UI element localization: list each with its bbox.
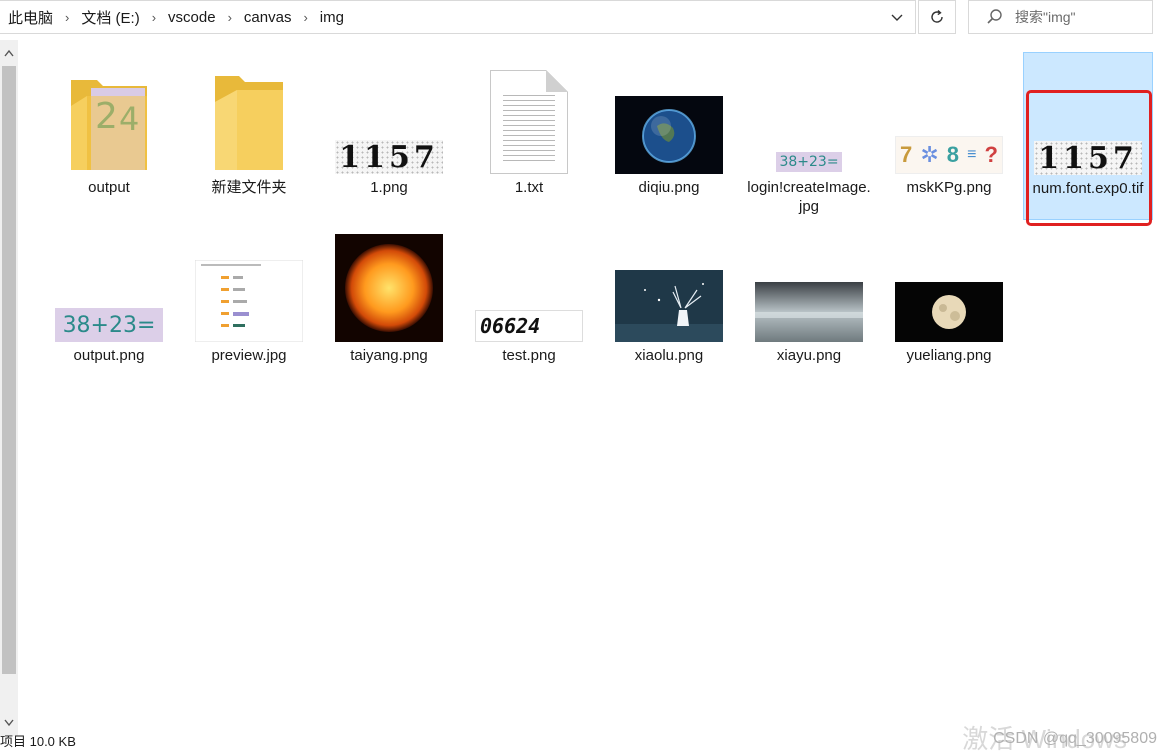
image-thumbnail	[744, 224, 874, 342]
math-captcha-preview: 38+23=	[55, 308, 163, 342]
address-bar[interactable]: 此电脑 › 文档 (E:) › vscode › canvas › img	[0, 0, 916, 34]
file-name: 新建文件夹	[211, 179, 287, 196]
breadcrumb-vscode[interactable]: vscode	[162, 9, 222, 26]
file-name: mskKPg.png	[906, 179, 992, 196]
breadcrumb-this-pc[interactable]: 此电脑	[0, 7, 59, 28]
chevron-right-icon[interactable]: ›	[146, 10, 162, 25]
status-bar-text: 项目 10.0 KB	[0, 734, 76, 749]
file-item[interactable]: xiayu.png	[744, 224, 874, 394]
file-name: yueliang.png	[906, 347, 992, 364]
file-name: xiayu.png	[776, 347, 842, 364]
file-item[interactable]: 7 ✲ 8 ≡? mskKPg.png	[884, 56, 1014, 226]
file-name: output	[88, 179, 130, 196]
file-item[interactable]: 38+23= output.png	[44, 224, 174, 394]
image-thumbnail	[884, 224, 1014, 342]
file-name: preview.jpg	[211, 347, 287, 364]
digits-preview: 06624	[475, 310, 583, 342]
search-icon	[987, 9, 1002, 24]
search-box[interactable]: 搜索"img"	[968, 0, 1153, 34]
file-item[interactable]: diqiu.png	[604, 56, 734, 226]
symbol-captcha-preview: 7 ✲ 8 ≡?	[895, 136, 1003, 174]
text-document-icon	[464, 56, 594, 174]
file-name: output.png	[73, 347, 145, 364]
file-name: 1.png	[370, 179, 408, 196]
file-name: taiyang.png	[350, 347, 428, 364]
file-item[interactable]: yueliang.png	[884, 224, 1014, 394]
chevron-right-icon[interactable]: ›	[297, 10, 313, 25]
file-name: diqiu.png	[638, 179, 700, 196]
image-thumbnail: 38+23=	[44, 224, 174, 342]
file-name: login!createImage.jpg	[747, 179, 871, 215]
image-thumbnail: 7 ✲ 8 ≡?	[884, 56, 1014, 174]
scroll-down-icon[interactable]	[0, 714, 18, 732]
math-captcha-preview: 38+23=	[776, 152, 842, 172]
folder-icon	[184, 56, 314, 174]
image-thumbnail: 06624	[464, 224, 594, 342]
file-item[interactable]: preview.jpg	[184, 224, 314, 394]
red-annotation-box	[1026, 90, 1152, 226]
captcha-preview: 1157	[335, 140, 443, 175]
scroll-up-icon[interactable]	[0, 44, 18, 62]
image-thumbnail: 38+23=	[744, 56, 874, 174]
chevron-down-icon[interactable]	[887, 7, 907, 27]
file-item[interactable]: 新建文件夹	[184, 56, 314, 226]
image-thumbnail	[604, 56, 734, 174]
file-item[interactable]: 38+23= login!createImage.jpg	[744, 56, 874, 226]
image-thumbnail: 1157	[324, 56, 454, 175]
search-input[interactable]: 搜索"img"	[1015, 7, 1076, 27]
image-thumbnail	[184, 224, 314, 342]
scrollbar-thumb[interactable]	[2, 66, 16, 674]
file-name: xiaolu.png	[634, 347, 704, 364]
breadcrumb-drive-e[interactable]: 文档 (E:)	[75, 7, 145, 28]
breadcrumb-canvas[interactable]: canvas	[238, 9, 298, 26]
vertical-scrollbar[interactable]	[0, 40, 18, 736]
file-item[interactable]: 1.txt	[464, 56, 594, 226]
file-name: 1.txt	[514, 179, 544, 196]
file-item[interactable]: taiyang.png	[324, 224, 454, 394]
file-item[interactable]: 1157 1.png	[324, 56, 454, 226]
file-item[interactable]: 2 4 output	[44, 56, 174, 226]
chevron-right-icon[interactable]: ›	[59, 10, 75, 25]
chevron-right-icon[interactable]: ›	[222, 10, 238, 25]
image-thumbnail	[324, 224, 454, 342]
breadcrumb-img[interactable]: img	[314, 9, 350, 26]
refresh-button[interactable]	[918, 0, 956, 34]
file-name: test.png	[502, 347, 556, 364]
image-thumbnail	[604, 224, 734, 342]
file-item[interactable]: 06624 test.png	[464, 224, 594, 394]
folder-icon: 2 4	[44, 56, 174, 174]
file-item[interactable]: xiaolu.png	[604, 224, 734, 394]
csdn-watermark: CSDN @qq_30095809	[993, 730, 1157, 747]
refresh-icon	[931, 9, 943, 23]
